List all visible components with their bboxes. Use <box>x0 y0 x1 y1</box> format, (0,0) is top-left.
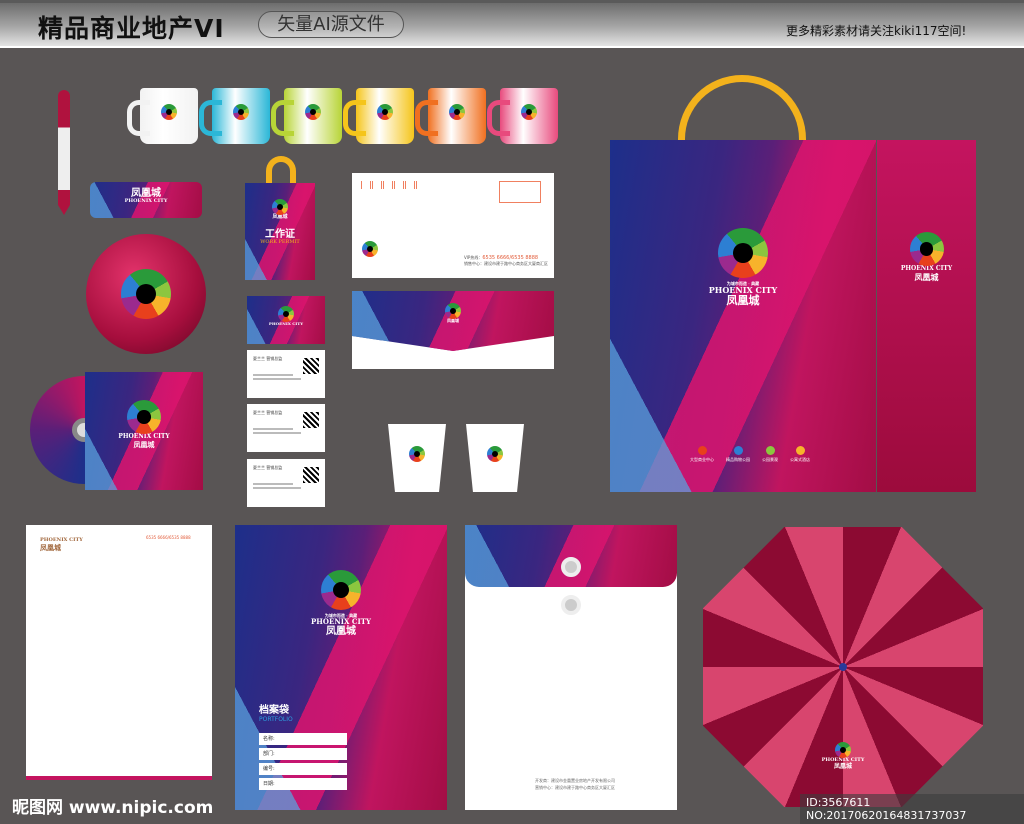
logo-icon <box>278 306 294 322</box>
qr-code-icon <box>303 358 319 374</box>
logo-icon <box>305 104 321 120</box>
envelope-back: 凤凰城 <box>352 291 554 369</box>
side-brand-cn: 凤凰城 <box>914 271 939 282</box>
shopping-bag-side: PHOENIX CITY 凤凰城 <box>877 140 976 492</box>
cd-brand-cn: 凤凰城 <box>133 439 155 449</box>
folder-title: 档案袋 <box>259 705 289 716</box>
work-permit: 凤凰城 工作证 WORK PERMIT <box>245 183 315 280</box>
paper-cup <box>388 424 446 492</box>
logo-icon <box>362 241 378 257</box>
service-icon <box>733 446 743 455</box>
flap-brand-cn: 凤凰城 <box>447 318 459 323</box>
logo-icon <box>161 104 177 120</box>
business-card: 夏兰兰 营销总监 <box>247 404 325 452</box>
folder-field[interactable]: 日期: <box>259 778 347 790</box>
cd-case: PHOENIX CITY 凤凰城 <box>85 372 203 490</box>
mug <box>127 88 198 144</box>
string-button <box>561 557 581 577</box>
card-role: 营销总监 <box>266 410 283 415</box>
permit-subtitle: WORK PERMIT <box>260 238 300 245</box>
logo-icon <box>121 269 171 319</box>
card-name: 夏兰兰 <box>253 356 265 361</box>
permit-brand-cn: 凤凰城 <box>272 214 288 220</box>
stamp-box <box>499 181 541 203</box>
card-name: 夏兰兰 <box>253 465 265 470</box>
bag-brand-cn: 凤凰城 <box>726 294 760 308</box>
shopping-bag-front: 为城市而造 · 典藏 PHOENIX CITY 凤凰城 大型商业中心 精品购物公园… <box>610 140 876 492</box>
folder-field[interactable]: 部门: <box>259 748 347 760</box>
file-bag-developer: 开发商：建设市金凰置业房地产开发有限公司 <box>535 778 615 783</box>
paper-cup <box>466 424 524 492</box>
service-item: 大型商业中心 <box>690 446 714 463</box>
logo-icon <box>233 104 249 120</box>
pen <box>58 90 70 215</box>
mug <box>271 88 342 144</box>
usb-drive: 凤凰城 PHOENIX CITY <box>90 182 202 218</box>
folder-brand-en: PHOENIX CITY <box>311 617 371 627</box>
file-bag-sales: 营销中心：建设市建于路中心商务区大厦汇区 <box>535 785 615 790</box>
service-icon <box>795 446 805 455</box>
letterhead-phone: 6535 6666/6535 8888 <box>146 535 191 540</box>
service-item: 公寓式酒店 <box>790 446 810 463</box>
phone-label: VIP热线： <box>464 255 483 260</box>
service-item: 精品购物公园 <box>726 446 750 463</box>
logo-icon <box>377 104 393 120</box>
qr-code-icon <box>303 412 319 428</box>
source-file-badge: 矢量AI源文件 <box>258 11 404 38</box>
business-card: 夏兰兰 营销总监 <box>247 459 325 507</box>
umbrella-tip <box>839 663 847 671</box>
logo-icon <box>445 303 461 319</box>
letterhead: PHOENIX CITY 凤凰城 6535 6666/6535 8888 <box>26 525 212 780</box>
logo-icon <box>718 228 768 278</box>
string-button <box>561 595 581 615</box>
qr-code-icon <box>303 467 319 483</box>
service-icon <box>765 446 775 455</box>
service-item: 公园景观 <box>762 446 778 463</box>
folder-brand-cn: 凤凰城 <box>326 626 356 638</box>
usb-brand-en: PHOENIX CITY <box>124 198 168 204</box>
file-bag: 开发商：建设市金凰置业房地产开发有限公司 营销中心：建设市建于路中心商务区大厦汇… <box>465 525 677 810</box>
mug <box>415 88 486 144</box>
card-name: 夏兰兰 <box>253 410 265 415</box>
envelope-address: 销售中心：建设市建于路中心商务区大厦商汇区 <box>464 261 548 266</box>
service-label: 公寓式酒店 <box>790 457 810 462</box>
mug <box>199 88 270 144</box>
mug <box>343 88 414 144</box>
portfolio-folder: 为城市而造 · 典藏 PHOENIX CITY 凤凰城 档案袋 PORTFOLI… <box>235 525 447 810</box>
service-label: 公园景观 <box>762 457 778 462</box>
page-title: 精品商业地产VI <box>38 14 225 43</box>
site-watermark: 昵图网 www.nipic.com <box>12 798 214 818</box>
business-card-back: PHOENIX CITY <box>247 296 325 344</box>
card-role: 营销总监 <box>266 465 283 470</box>
folder-field[interactable]: 编号: <box>259 763 347 775</box>
logo-icon <box>321 570 361 610</box>
logo-icon <box>272 199 288 215</box>
business-card: 夏兰兰 营销总监 <box>247 350 325 398</box>
promo-text: 更多精彩素材请关注kiki117空间! <box>786 24 967 38</box>
umbrella: PHOENIX CITY 凤凰城 <box>703 527 983 807</box>
service-label: 精品购物公园 <box>726 457 750 462</box>
service-label: 大型商业中心 <box>690 457 714 462</box>
pin-button <box>86 234 206 354</box>
folder-field[interactable]: 名称: <box>259 733 347 745</box>
logo-icon <box>127 400 161 434</box>
logo-icon <box>521 104 537 120</box>
logo-icon <box>449 104 465 120</box>
envelope: VIP热线：6535 6666/6535 8888 销售中心：建设市建于路中心商… <box>352 173 554 278</box>
service-icon <box>697 446 707 455</box>
folder-subtitle: PORTFOLIO <box>259 716 293 723</box>
permit-title: 工作证 <box>265 228 295 240</box>
card-role: 营销总监 <box>266 356 283 361</box>
logo-icon <box>909 232 944 266</box>
umbrella-brand-cn: 凤凰城 <box>833 762 852 770</box>
logo-icon <box>835 742 851 758</box>
letterhead-brand-cn: 凤凰城 <box>40 543 61 552</box>
postcode-boxes <box>361 181 421 189</box>
card-brand-en: PHOENIX CITY <box>268 321 304 326</box>
image-id-watermark: ID:3567611 NO:20170620164831737037 <box>800 794 1024 824</box>
mug <box>487 88 558 144</box>
